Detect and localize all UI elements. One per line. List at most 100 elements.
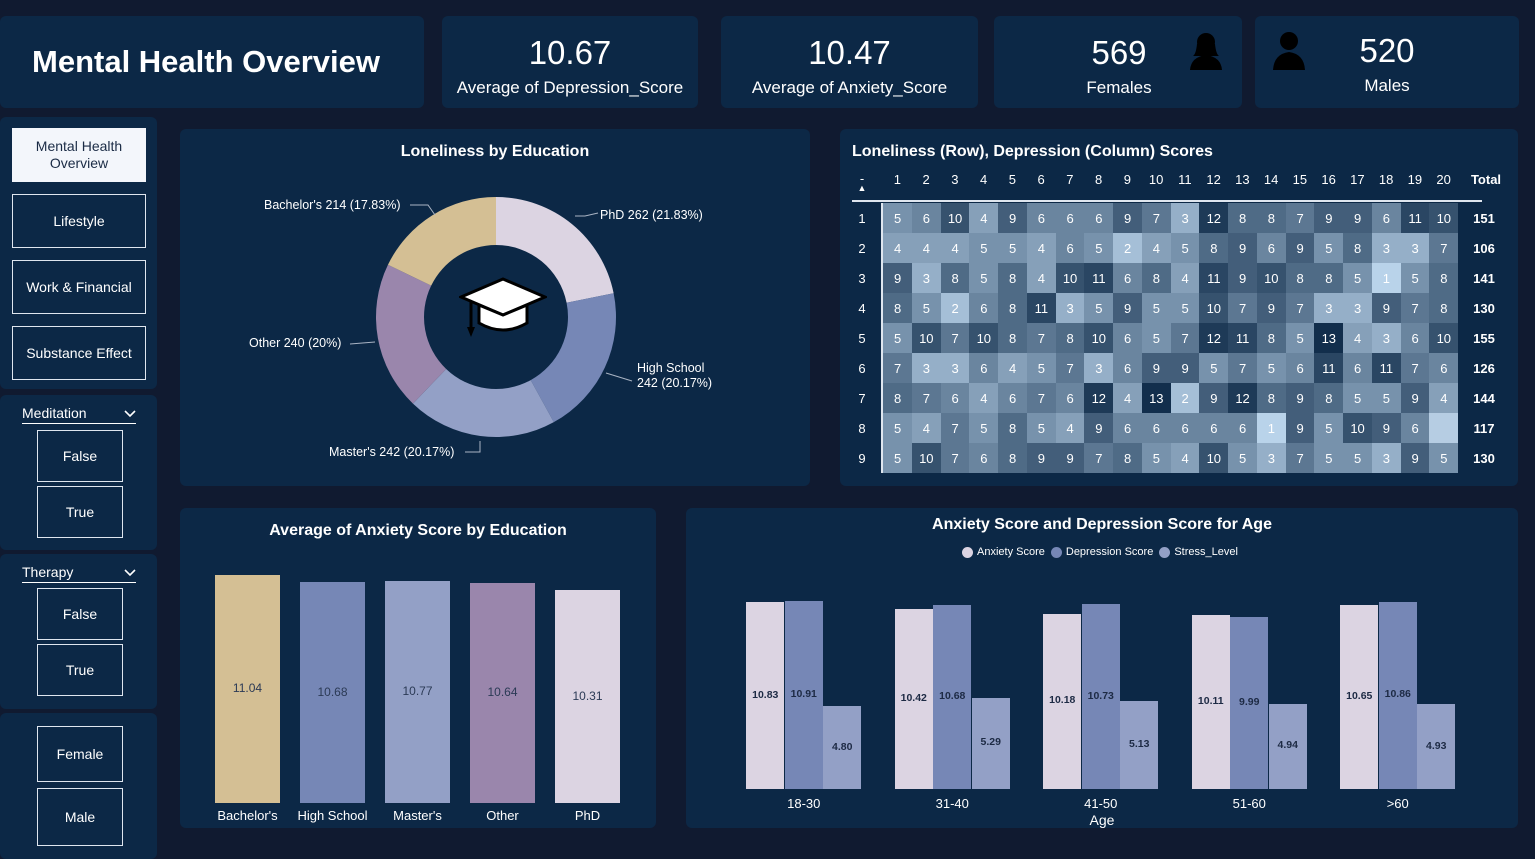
heatmap-cell[interactable]: 9: [1228, 233, 1258, 263]
heatmap-cell[interactable]: 5: [1256, 353, 1286, 383]
heatmap-cell[interactable]: 9: [1199, 383, 1229, 413]
heatmap-cell[interactable]: 9: [1400, 443, 1430, 473]
heatmap-cell[interactable]: 7: [1400, 293, 1430, 323]
heatmap-cell[interactable]: 4: [1026, 263, 1056, 293]
heatmap-cell[interactable]: 7: [1285, 443, 1315, 473]
heatmap-cell[interactable]: 7: [1285, 203, 1315, 233]
heatmap-cell[interactable]: 8: [940, 263, 970, 293]
heatmap-cell[interactable]: 9: [1141, 353, 1171, 383]
heatmap-cell[interactable]: 5: [1429, 443, 1459, 473]
heatmap-cell[interactable]: 5: [1314, 413, 1344, 443]
heatmap-cell[interactable]: 6: [1113, 263, 1143, 293]
heatmap-cell[interactable]: 5: [1285, 323, 1315, 353]
heatmap-cell[interactable]: 9: [1055, 443, 1085, 473]
heatmap-cell[interactable]: 3: [1055, 293, 1085, 323]
heatmap-cell[interactable]: 5: [1141, 443, 1171, 473]
nav-work-financial[interactable]: Work & Financial: [12, 260, 146, 314]
heatmap-cell[interactable]: 6: [1429, 353, 1459, 383]
heatmap-cell[interactable]: 4: [969, 203, 999, 233]
heatmap-cell[interactable]: 8: [1314, 263, 1344, 293]
heatmap-cell[interactable]: 7: [1055, 353, 1085, 383]
heatmap-cell[interactable]: 9: [1113, 293, 1143, 323]
heatmap-cell[interactable]: 13: [1314, 323, 1344, 353]
heatmap-cell[interactable]: 8: [1343, 233, 1373, 263]
heatmap-cell[interactable]: 5: [1199, 353, 1229, 383]
heatmap-cell[interactable]: 5: [883, 203, 913, 233]
heatmap-cell[interactable]: 11: [1228, 323, 1258, 353]
heatmap-cell[interactable]: 6: [998, 383, 1028, 413]
heatmap-cell[interactable]: 8: [883, 383, 913, 413]
heatmap-cell[interactable]: 3: [1084, 353, 1114, 383]
nav-substance-effect[interactable]: Substance Effect: [12, 326, 146, 380]
heatmap-cell[interactable]: 11: [1314, 353, 1344, 383]
heatmap-cell[interactable]: 10: [911, 443, 941, 473]
heatmap-cell[interactable]: 1: [1256, 413, 1286, 443]
heatmap-cell[interactable]: 5: [1141, 293, 1171, 323]
heatmap-cell[interactable]: 10: [1084, 323, 1114, 353]
heatmap-cell[interactable]: 5: [883, 323, 913, 353]
heatmap-cell[interactable]: 5: [1026, 413, 1056, 443]
therapy-slicer-header[interactable]: Therapy: [22, 564, 136, 583]
heatmap-cell[interactable]: 6: [1055, 233, 1085, 263]
meditation-slicer-header[interactable]: Meditation: [22, 405, 136, 424]
heatmap-cell[interactable]: 6: [1084, 203, 1114, 233]
nav-mental-health-overview[interactable]: Mental Health Overview: [12, 128, 146, 182]
heatmap-cell[interactable]: 10: [969, 323, 999, 353]
heatmap-cell[interactable]: 7: [911, 383, 941, 413]
heatmap-cell[interactable]: 8: [998, 263, 1028, 293]
heatmap-cell[interactable]: 4: [1113, 383, 1143, 413]
heatmap-cell[interactable]: 4: [911, 233, 941, 263]
heatmap-cell[interactable]: [1429, 413, 1459, 443]
heatmap-cell[interactable]: 6: [1141, 413, 1171, 443]
heatmap-cell[interactable]: 7: [1285, 293, 1315, 323]
heatmap-cell[interactable]: 8: [1429, 293, 1459, 323]
heatmap-cell[interactable]: 12: [1199, 323, 1229, 353]
heatmap-cell[interactable]: 8: [1199, 233, 1229, 263]
heatmap-cell[interactable]: 6: [969, 353, 999, 383]
heatmap-cell[interactable]: 4: [1026, 233, 1056, 263]
heatmap-cell[interactable]: 8: [1256, 203, 1286, 233]
heatmap-cell[interactable]: 2: [1113, 233, 1143, 263]
heatmap-cell[interactable]: 8: [1285, 263, 1315, 293]
heatmap-cell[interactable]: 4: [1170, 263, 1200, 293]
heatmap-cell[interactable]: 5: [969, 263, 999, 293]
heatmap-cell[interactable]: 6: [1400, 323, 1430, 353]
heatmap-cell[interactable]: 6: [1055, 383, 1085, 413]
heatmap-cell[interactable]: 5: [1228, 443, 1258, 473]
heatmap-cell[interactable]: 6: [940, 383, 970, 413]
heatmap-cell[interactable]: 8: [1314, 383, 1344, 413]
heatmap-cell[interactable]: 6: [1228, 413, 1258, 443]
heatmap-cell[interactable]: 7: [1170, 323, 1200, 353]
heatmap-cell[interactable]: 4: [1170, 443, 1200, 473]
heatmap-cell[interactable]: 12: [1084, 383, 1114, 413]
heatmap-cell[interactable]: 10: [1429, 203, 1459, 233]
donut-slice-bachelor-s[interactable]: [387, 197, 496, 286]
heatmap-cell[interactable]: 4: [1141, 233, 1171, 263]
heatmap-cell[interactable]: 9: [1314, 203, 1344, 233]
heatmap-cell[interactable]: 7: [1026, 323, 1056, 353]
heatmap-cell[interactable]: 4: [1343, 323, 1373, 353]
heatmap-cell[interactable]: 10: [1429, 323, 1459, 353]
heatmap-cell[interactable]: 3: [911, 353, 941, 383]
meditation-true-button[interactable]: True: [37, 486, 123, 538]
heatmap-cell[interactable]: 2: [1170, 383, 1200, 413]
gender-female-button[interactable]: Female: [37, 726, 123, 782]
heatmap-cell[interactable]: 5: [883, 443, 913, 473]
heatmap-cell[interactable]: 5: [1343, 383, 1373, 413]
heatmap-cell[interactable]: 10: [1055, 263, 1085, 293]
heatmap-cell[interactable]: 5: [1170, 233, 1200, 263]
heatmap-cell[interactable]: 6: [1199, 413, 1229, 443]
heatmap-cell[interactable]: 10: [940, 203, 970, 233]
heatmap-cell[interactable]: 13: [1141, 383, 1171, 413]
heatmap-cell[interactable]: 5: [1400, 263, 1430, 293]
heatmap-cell[interactable]: 8: [1256, 383, 1286, 413]
heatmap-cell[interactable]: 7: [1400, 353, 1430, 383]
heatmap-cell[interactable]: 10: [1256, 263, 1286, 293]
heatmap-cell[interactable]: 7: [1026, 383, 1056, 413]
heatmap-cell[interactable]: 9: [998, 203, 1028, 233]
heatmap-cell[interactable]: 7: [940, 323, 970, 353]
heatmap-cell[interactable]: 9: [1113, 203, 1143, 233]
heatmap-cell[interactable]: 6: [1170, 413, 1200, 443]
heatmap-cell[interactable]: 5: [911, 293, 941, 323]
heatmap-cell[interactable]: 7: [1228, 353, 1258, 383]
